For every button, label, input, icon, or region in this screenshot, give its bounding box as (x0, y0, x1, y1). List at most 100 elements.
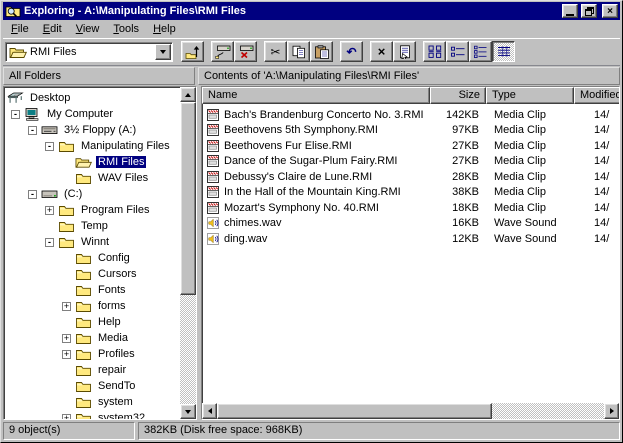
up-one-level-icon (185, 45, 201, 59)
up-one-level-button[interactable] (181, 41, 204, 62)
scroll-left-button[interactable] (202, 403, 217, 419)
menu-bar: File Edit View Tools Help (3, 20, 620, 38)
list-horizontal-scrollbar[interactable] (202, 403, 619, 419)
scroll-track[interactable] (217, 403, 604, 419)
all-folders-header: All Folders (3, 67, 195, 85)
tree-item-help[interactable]: Help (4, 314, 180, 330)
menu-view[interactable]: View (69, 21, 107, 37)
menu-tools[interactable]: Tools (106, 21, 146, 37)
column-header-modified[interactable]: Modified (574, 87, 620, 104)
scroll-down-button[interactable] (180, 404, 196, 419)
menu-edit[interactable]: Edit (36, 21, 69, 37)
folder-icon (75, 331, 92, 345)
file-row[interactable]: Bach's Brandenburg Concerto No. 3.RMI142… (202, 107, 619, 123)
media-clip-icon (206, 154, 220, 168)
address-dropdown[interactable]: RMI Files (5, 42, 173, 62)
expand-toggle[interactable] (62, 350, 71, 359)
large-icons-view-button[interactable] (423, 41, 446, 62)
folder-icon (58, 203, 75, 217)
tree-item-system[interactable]: system (4, 394, 180, 410)
collapse-toggle[interactable] (28, 126, 37, 135)
delete-button[interactable]: × (370, 41, 393, 62)
tree-item-temp[interactable]: Temp (4, 218, 180, 234)
tree-item-cursors[interactable]: Cursors (4, 266, 180, 282)
tree-item-winnt[interactable]: Winnt (4, 234, 180, 250)
media-clip-icon (206, 139, 220, 153)
scroll-thumb[interactable] (217, 403, 492, 419)
expand-toggle[interactable] (62, 414, 71, 420)
desktop-icon (7, 91, 24, 105)
titlebar[interactable]: Exploring - A:\Manipulating Files\RMI Fi… (3, 2, 620, 20)
tree-item-floppy-a[interactable]: 3½ Floppy (A:) (4, 122, 180, 138)
tree-item-sendto[interactable]: SendTo (4, 378, 180, 394)
scroll-track[interactable] (180, 102, 196, 404)
file-row[interactable]: Beethovens 5th Symphony.RMI97KBMedia Cli… (202, 123, 619, 139)
scroll-right-button[interactable] (604, 403, 619, 419)
cut-button[interactable]: ✂ (264, 41, 287, 62)
column-header-size[interactable]: Size (430, 87, 486, 104)
tree-item-profiles[interactable]: Profiles (4, 346, 180, 362)
pane-headers: All Folders Contents of 'A:\Manipulating… (3, 67, 620, 85)
expand-toggle[interactable] (62, 334, 71, 343)
expand-toggle[interactable] (45, 206, 54, 215)
tree-item-my-computer[interactable]: My Computer (4, 106, 180, 122)
close-button[interactable]: × (602, 4, 618, 18)
list-view-button[interactable] (469, 41, 492, 62)
collapse-toggle[interactable] (45, 238, 54, 247)
properties-button[interactable] (393, 41, 416, 62)
tree-item-media[interactable]: Media (4, 330, 180, 346)
file-row[interactable]: ding.wav12KBWave Sound14/ (202, 231, 619, 247)
minimize-icon (566, 14, 574, 16)
details-view-button[interactable] (492, 41, 515, 62)
column-header-name[interactable]: Name (202, 87, 430, 104)
tree-item-program-files[interactable]: Program Files (4, 202, 180, 218)
tree-item-fonts[interactable]: Fonts (4, 282, 180, 298)
file-list: Bach's Brandenburg Concerto No. 3.RMI142… (202, 104, 619, 403)
collapse-toggle[interactable] (45, 142, 54, 151)
collapse-toggle[interactable] (11, 110, 20, 119)
collapse-toggle[interactable] (28, 190, 37, 199)
restore-button[interactable] (581, 4, 597, 18)
scroll-thumb[interactable] (180, 102, 196, 295)
undo-button[interactable]: ↶ (340, 41, 363, 62)
arrow-up-icon (185, 93, 191, 97)
file-row[interactable]: Beethovens Fur Elise.RMI27KBMedia Clip14… (202, 138, 619, 154)
small-icons-icon (450, 45, 466, 59)
explorer-app-icon (5, 4, 21, 18)
media-clip-icon (206, 108, 220, 122)
minimize-button[interactable] (562, 4, 578, 18)
folder-icon (58, 139, 75, 153)
disconnect-network-drive-button[interactable] (234, 41, 257, 62)
tree-item-system32[interactable]: system32 (4, 410, 180, 419)
scroll-up-button[interactable] (180, 87, 196, 102)
tree-item-repair[interactable]: repair (4, 362, 180, 378)
tree-item-manipulating-files[interactable]: Manipulating Files (4, 138, 180, 154)
tree-item-c-drive[interactable]: (C:) (4, 186, 180, 202)
file-row[interactable]: chimes.wav16KBWave Sound14/ (202, 216, 619, 232)
copy-button[interactable] (287, 41, 310, 62)
tree-vertical-scrollbar[interactable] (180, 87, 196, 419)
tree-item-forms[interactable]: forms (4, 298, 180, 314)
tree-item-desktop[interactable]: Desktop (4, 90, 180, 106)
menu-file[interactable]: File (4, 21, 36, 37)
copy-icon (291, 45, 307, 59)
file-row[interactable]: Mozart's Symphony No. 40.RMI18KBMedia Cl… (202, 200, 619, 216)
expand-toggle[interactable] (62, 302, 71, 311)
column-header-type[interactable]: Type (486, 87, 574, 104)
tree-item-rmi-files[interactable]: RMI Files (4, 154, 180, 170)
file-row[interactable]: Debussy's Claire de Lune.RMI28KBMedia Cl… (202, 169, 619, 185)
map-network-drive-button[interactable] (211, 41, 234, 62)
folder-icon (58, 235, 75, 249)
wave-sound-icon (206, 232, 220, 246)
open-folder-icon (9, 45, 27, 59)
chevron-down-icon (160, 50, 166, 54)
menu-help[interactable]: Help (146, 21, 183, 37)
file-row[interactable]: In the Hall of the Mountain King.RMI38KB… (202, 185, 619, 201)
details-view-icon (496, 45, 512, 59)
tree-item-wav-files[interactable]: WAV Files (4, 170, 180, 186)
dropdown-button[interactable] (155, 44, 171, 60)
file-row[interactable]: Dance of the Sugar-Plum Fairy.RMI27KBMed… (202, 154, 619, 170)
tree-item-config[interactable]: Config (4, 250, 180, 266)
paste-button[interactable] (310, 41, 333, 62)
small-icons-view-button[interactable] (446, 41, 469, 62)
